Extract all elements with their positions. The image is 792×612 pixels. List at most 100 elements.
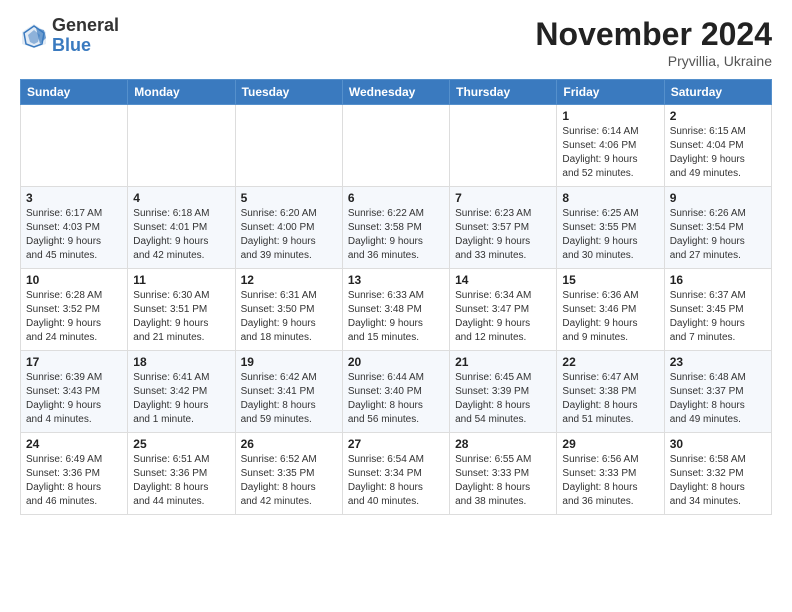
day-number: 4 [133, 191, 229, 205]
calendar-table: Sunday Monday Tuesday Wednesday Thursday… [20, 79, 772, 515]
logo-blue: Blue [52, 36, 119, 56]
day-number: 23 [670, 355, 766, 369]
table-row: 20Sunrise: 6:44 AMSunset: 3:40 PMDayligh… [342, 351, 449, 433]
table-row: 22 Sunrise: 6:47 AMSunset: 3:38 PMDayligh… [557, 351, 664, 433]
day-info: Sunrise: 6:28 AMSunset: 3:52 PMDaylight:… [26, 289, 122, 345]
table-row: 1Sunrise: 6:14 AMSunset: 4:06 PMDaylight… [557, 105, 664, 187]
day-info: Sunrise: 6:15 AMSunset: 4:04 PMDaylight:… [670, 125, 766, 181]
col-thursday: Thursday [450, 80, 557, 105]
header: General Blue November 2024 Pryvillia, Uk… [20, 16, 772, 69]
table-row: 28Sunrise: 6:55 AMSunset: 3:33 PMDayligh… [450, 433, 557, 515]
table-row [235, 105, 342, 187]
day-number: 19 [241, 355, 337, 369]
day-number: 26 [241, 437, 337, 451]
day-info: Sunrise: 6:26 AMSunset: 3:54 PMDaylight:… [670, 207, 766, 263]
table-row: 14Sunrise: 6:34 AMSunset: 3:47 PMDayligh… [450, 269, 557, 351]
day-info: Sunrise: 6:25 AMSunset: 3:55 PMDaylight:… [562, 207, 658, 263]
day-info: Sunrise: 6:17 AMSunset: 4:03 PMDaylight:… [26, 207, 122, 263]
day-info: Sunrise: 6:42 AMSunset: 3:41 PMDaylight:… [241, 371, 337, 427]
day-number: 21 [455, 355, 551, 369]
day-number: 28 [455, 437, 551, 451]
table-row: 26Sunrise: 6:52 AMSunset: 3:35 PMDayligh… [235, 433, 342, 515]
day-info: Sunrise: 6:36 AMSunset: 3:46 PMDaylight:… [562, 289, 658, 345]
table-row: 17 Sunrise: 6:39 AMSunset: 3:43 PMDayligh… [21, 351, 128, 433]
day-number: 9 [670, 191, 766, 205]
day-number: 15 [562, 273, 658, 287]
day-number: 11 [133, 273, 229, 287]
day-number: 18 [133, 355, 229, 369]
day-number: 29 [562, 437, 658, 451]
table-row: 8Sunrise: 6:25 AMSunset: 3:55 PMDaylight… [557, 187, 664, 269]
day-number: 24 [26, 437, 122, 451]
day-number: 16 [670, 273, 766, 287]
day-info: Sunrise: 6:39 AMSunset: 3:43 PMDaylight:… [26, 371, 122, 427]
table-row: 9 Sunrise: 6:26 AMSunset: 3:54 PMDaylight… [664, 187, 771, 269]
col-friday: Friday [557, 80, 664, 105]
table-row: 30 Sunrise: 6:58 AMSunset: 3:32 PMDayligh… [664, 433, 771, 515]
day-info: Sunrise: 6:14 AMSunset: 4:06 PMDaylight:… [562, 125, 658, 181]
table-row: 13 Sunrise: 6:33 AMSunset: 3:48 PMDayligh… [342, 269, 449, 351]
col-wednesday: Wednesday [342, 80, 449, 105]
logo-icon [20, 22, 48, 50]
day-number: 25 [133, 437, 229, 451]
day-info: Sunrise: 6:47 AMSunset: 3:38 PMDaylight:… [562, 371, 658, 427]
table-row: 5 Sunrise: 6:20 AMSunset: 4:00 PMDaylight… [235, 187, 342, 269]
day-info: Sunrise: 6:31 AMSunset: 3:50 PMDaylight:… [241, 289, 337, 345]
day-info: Sunrise: 6:56 AMSunset: 3:33 PMDaylight:… [562, 453, 658, 509]
table-row [128, 105, 235, 187]
table-row: 23Sunrise: 6:48 AMSunset: 3:37 PMDayligh… [664, 351, 771, 433]
day-number: 30 [670, 437, 766, 451]
day-info: Sunrise: 6:34 AMSunset: 3:47 PMDaylight:… [455, 289, 551, 345]
table-row: 24 Sunrise: 6:49 AMSunset: 3:36 PMDayligh… [21, 433, 128, 515]
table-row [450, 105, 557, 187]
day-number: 22 [562, 355, 658, 369]
logo-general: General [52, 16, 119, 36]
calendar-week-1: 1Sunrise: 6:14 AMSunset: 4:06 PMDaylight… [21, 105, 772, 187]
col-saturday: Saturday [664, 80, 771, 105]
day-number: 20 [348, 355, 444, 369]
table-row: 11Sunrise: 6:30 AMSunset: 3:51 PMDayligh… [128, 269, 235, 351]
table-row: 7Sunrise: 6:23 AMSunset: 3:57 PMDaylight… [450, 187, 557, 269]
day-info: Sunrise: 6:37 AMSunset: 3:45 PMDaylight:… [670, 289, 766, 345]
table-row: 6 Sunrise: 6:22 AMSunset: 3:58 PMDaylight… [342, 187, 449, 269]
day-number: 12 [241, 273, 337, 287]
day-info: Sunrise: 6:49 AMSunset: 3:36 PMDaylight:… [26, 453, 122, 509]
table-row: 2 Sunrise: 6:15 AMSunset: 4:04 PMDaylight… [664, 105, 771, 187]
day-number: 7 [455, 191, 551, 205]
col-tuesday: Tuesday [235, 80, 342, 105]
table-row: 19 Sunrise: 6:42 AMSunset: 3:41 PMDayligh… [235, 351, 342, 433]
logo: General Blue [20, 16, 119, 56]
title-block: November 2024 Pryvillia, Ukraine [535, 16, 772, 69]
day-info: Sunrise: 6:41 AMSunset: 3:42 PMDaylight:… [133, 371, 229, 427]
table-row: 29 Sunrise: 6:56 AMSunset: 3:33 PMDayligh… [557, 433, 664, 515]
day-info: Sunrise: 6:33 AMSunset: 3:48 PMDaylight:… [348, 289, 444, 345]
table-row: 25 Sunrise: 6:51 AMSunset: 3:36 PMDayligh… [128, 433, 235, 515]
day-info: Sunrise: 6:51 AMSunset: 3:36 PMDaylight:… [133, 453, 229, 509]
calendar-week-4: 17 Sunrise: 6:39 AMSunset: 3:43 PMDayligh… [21, 351, 772, 433]
table-row: 16 Sunrise: 6:37 AMSunset: 3:45 PMDayligh… [664, 269, 771, 351]
table-row: 4Sunrise: 6:18 AMSunset: 4:01 PMDaylight… [128, 187, 235, 269]
day-number: 3 [26, 191, 122, 205]
table-row: 15 Sunrise: 6:36 AMSunset: 3:46 PMDayligh… [557, 269, 664, 351]
day-number: 10 [26, 273, 122, 287]
calendar-week-2: 3 Sunrise: 6:17 AMSunset: 4:03 PMDaylight… [21, 187, 772, 269]
table-row: 18 Sunrise: 6:41 AMSunset: 3:42 PMDayligh… [128, 351, 235, 433]
day-info: Sunrise: 6:20 AMSunset: 4:00 PMDaylight:… [241, 207, 337, 263]
calendar-week-5: 24 Sunrise: 6:49 AMSunset: 3:36 PMDayligh… [21, 433, 772, 515]
day-number: 13 [348, 273, 444, 287]
day-number: 17 [26, 355, 122, 369]
month-year-title: November 2024 [535, 16, 772, 53]
day-number: 5 [241, 191, 337, 205]
day-info: Sunrise: 6:54 AMSunset: 3:34 PMDaylight:… [348, 453, 444, 509]
table-row: 21 Sunrise: 6:45 AMSunset: 3:39 PMDayligh… [450, 351, 557, 433]
day-info: Sunrise: 6:58 AMSunset: 3:32 PMDaylight:… [670, 453, 766, 509]
table-row [342, 105, 449, 187]
day-info: Sunrise: 6:45 AMSunset: 3:39 PMDaylight:… [455, 371, 551, 427]
col-monday: Monday [128, 80, 235, 105]
day-number: 6 [348, 191, 444, 205]
table-row [21, 105, 128, 187]
calendar-header-row: Sunday Monday Tuesday Wednesday Thursday… [21, 80, 772, 105]
day-info: Sunrise: 6:22 AMSunset: 3:58 PMDaylight:… [348, 207, 444, 263]
day-number: 2 [670, 109, 766, 123]
table-row: 27Sunrise: 6:54 AMSunset: 3:34 PMDayligh… [342, 433, 449, 515]
